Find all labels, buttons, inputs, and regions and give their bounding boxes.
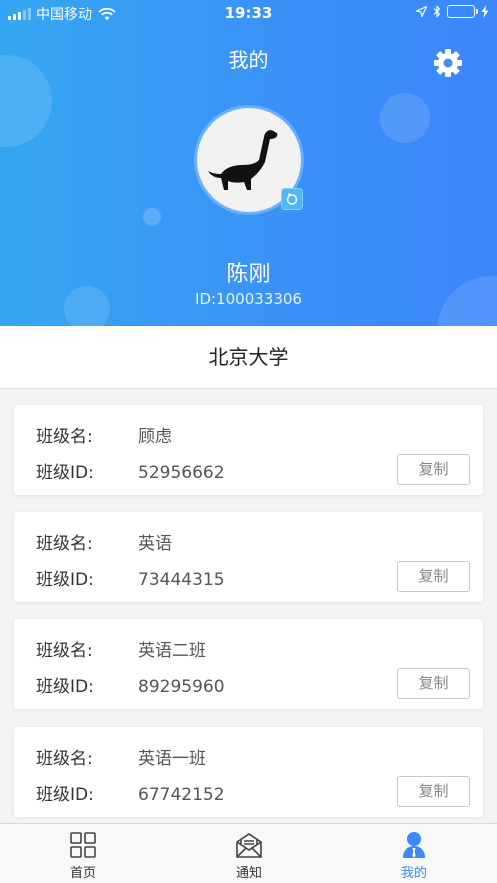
class-card: 班级名: 顾虑 班级ID: 52956662 复制 [14, 405, 483, 495]
tab-home-label: 首页 [69, 866, 96, 881]
tab-notifications[interactable]: 通知 [166, 824, 332, 883]
profile-header: 中国移动 19:33 我的 陈刚 ID:100033306 [0, 0, 497, 326]
envelope-icon [236, 833, 262, 858]
copy-button[interactable]: 复制 [397, 454, 470, 485]
class-id-row: 班级ID: 73444315 [36, 565, 225, 590]
class-name-value: 顾虑 [138, 427, 172, 447]
class-id-label: 班级ID: [36, 677, 94, 697]
class-id-row: 班级ID: 89295960 [36, 672, 225, 697]
class-card: 班级名: 英语二班 班级ID: 89295960 复制 [14, 619, 483, 709]
user-id: ID:100033306 [195, 290, 302, 308]
class-id-label: 班级ID: [36, 570, 94, 590]
class-name-row: 班级名: 顾虑 [36, 422, 172, 447]
class-name-label: 班级名: [36, 641, 93, 661]
status-bar: 中国移动 19:33 [0, 0, 497, 25]
grid-icon [70, 832, 96, 858]
class-name-label: 班级名: [36, 534, 93, 554]
class-name-value: 英语 [138, 534, 172, 554]
class-name-value: 英语二班 [138, 641, 206, 661]
class-name-row: 班级名: 英语 [36, 529, 172, 554]
copy-button[interactable]: 复制 [397, 561, 470, 592]
class-id-value: 52956662 [138, 463, 225, 483]
copy-button[interactable]: 复制 [397, 668, 470, 699]
tab-notifications-label: 通知 [235, 866, 262, 881]
tab-bar: 首页 通知 我的 [0, 823, 497, 883]
tab-mine[interactable]: 我的 [331, 824, 497, 883]
battery-icon [447, 5, 478, 18]
school-name: 北京大学 [0, 326, 497, 389]
location-arrow-icon [416, 6, 427, 17]
class-card: 班级名: 英语 班级ID: 73444315 复制 [14, 512, 483, 602]
charging-icon [481, 5, 489, 18]
class-id-value: 89295960 [138, 677, 225, 697]
copy-button[interactable]: 复制 [397, 776, 470, 807]
decor-bubble [380, 93, 430, 143]
class-id-value: 73444315 [138, 570, 225, 590]
class-name-row: 班级名: 英语一班 [36, 744, 206, 769]
class-card: 班级名: 英语一班 班级ID: 67742152 复制 [14, 727, 483, 817]
class-id-row: 班级ID: 52956662 [36, 458, 225, 483]
decor-bubble [143, 208, 161, 226]
tab-home[interactable]: 首页 [0, 824, 166, 883]
user-name: 陈刚 [226, 262, 271, 287]
class-id-row: 班级ID: 67742152 [36, 780, 225, 805]
class-id-label: 班级ID: [36, 463, 94, 483]
class-id-label: 班级ID: [36, 785, 94, 805]
settings-gear-icon[interactable] [432, 47, 464, 79]
class-list: 班级名: 顾虑 班级ID: 52956662 复制 班级名: 英语 班级ID: 7344… [0, 389, 497, 823]
camera-edit-icon[interactable] [281, 188, 303, 210]
page-title: 我的 [228, 48, 269, 72]
tab-mine-label: 我的 [400, 866, 427, 881]
class-name-value: 英语一班 [138, 749, 206, 769]
class-name-label: 班级名: [36, 427, 93, 447]
class-name-label: 班级名: [36, 749, 93, 769]
class-id-value: 67742152 [138, 785, 225, 805]
class-name-row: 班级名: 英语二班 [36, 636, 206, 661]
bluetooth-icon [433, 5, 441, 18]
person-icon [403, 832, 425, 858]
